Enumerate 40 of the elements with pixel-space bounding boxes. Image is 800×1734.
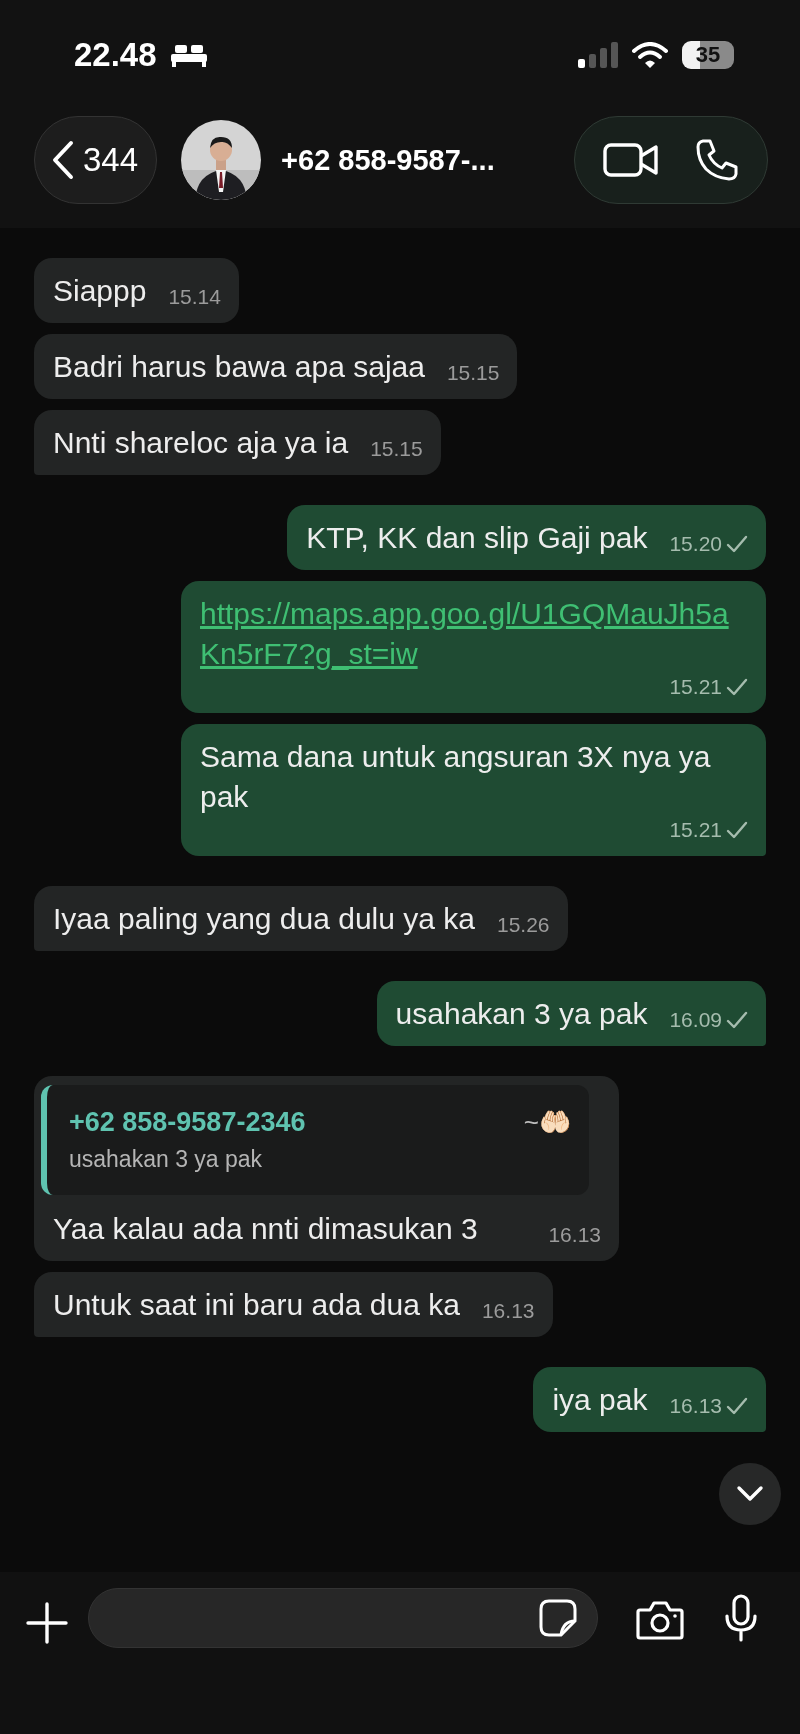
- status-time: 22.48: [74, 36, 157, 74]
- message-time: 15.26: [497, 912, 550, 938]
- message-time: 16.13: [669, 1393, 722, 1419]
- quote-author-name: ~🤲🏻: [523, 1107, 571, 1138]
- message-time: 15.21: [669, 817, 722, 843]
- message-text: Badri harus bawa apa sajaa: [53, 349, 425, 385]
- message-time: 16.09: [669, 1007, 722, 1033]
- message-time: 16.13: [481, 1298, 535, 1324]
- message-time: 15.21: [669, 674, 722, 700]
- message-text: Untuk saat ini baru ada dua ka: [53, 1287, 460, 1323]
- message-time: 15.14: [168, 284, 221, 310]
- message-link[interactable]: https://maps.app.goo.gl/U1GQMauJh5aKn5rF7?g_st=iw: [200, 594, 748, 674]
- message-text: iya pak: [552, 1382, 648, 1418]
- message-time: 15.20: [669, 531, 722, 557]
- plus-icon[interactable]: [26, 1602, 68, 1644]
- quote-author: +62 858-9587-2346: [69, 1107, 306, 1138]
- message-time: 15.15: [370, 436, 423, 462]
- bed-icon: [170, 43, 207, 67]
- back-button[interactable]: 344: [34, 116, 158, 204]
- message-text: Siappp: [53, 273, 147, 309]
- message-time: 15.15: [446, 360, 500, 386]
- chevron-left-icon: [51, 140, 75, 180]
- microphone-icon[interactable]: [724, 1594, 758, 1642]
- quoted-message[interactable]: +62 858-9587-2346 ~🤲🏻 usahakan 3 ya pak: [41, 1085, 589, 1195]
- message-text: Nnti shareloc aja ya ia: [53, 425, 349, 461]
- contact-name[interactable]: +62 858-9587-...: [281, 143, 574, 177]
- chevron-down-icon: [736, 1485, 764, 1503]
- message-text: Yaa kalau ada nnti dimasukan 3: [53, 1211, 478, 1247]
- wifi-icon: [632, 42, 668, 68]
- phone-icon[interactable]: [695, 138, 739, 182]
- message-time: 16.13: [548, 1222, 601, 1248]
- signal-icon: [578, 42, 618, 68]
- message-text: usahakan 3 ya pak: [395, 996, 648, 1032]
- camera-icon[interactable]: [636, 1600, 684, 1640]
- message-text: Sama dana untuk angsuran 3X nya ya pak: [200, 739, 712, 815]
- message-text: KTP, KK dan slip Gaji pak: [306, 520, 648, 556]
- video-call-icon[interactable]: [603, 141, 659, 179]
- sticker-icon[interactable]: [539, 1599, 577, 1637]
- quote-text: usahakan 3 ya pak: [69, 1146, 264, 1173]
- message-text: Iyaa paling yang dua dulu ya ka: [53, 901, 475, 937]
